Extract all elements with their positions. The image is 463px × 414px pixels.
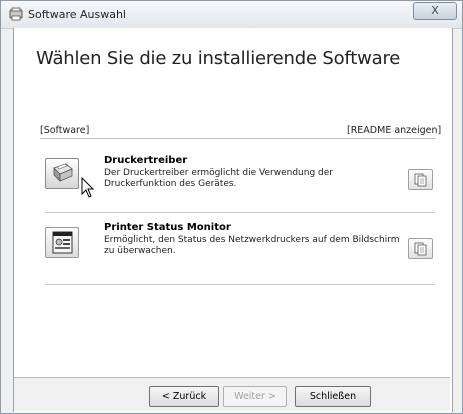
status-monitor-title: Printer Status Monitor <box>104 222 231 233</box>
back-button[interactable]: < Zurück <box>149 386 219 407</box>
driver-description: Der Druckertreiber ermöglicht die Verwen… <box>104 168 333 189</box>
app-icon <box>9 7 23 21</box>
close-button[interactable]: Schließen <box>295 386 371 407</box>
install-driver-button[interactable] <box>45 158 79 189</box>
status-monitor-readme-button[interactable] <box>408 238 433 259</box>
install-status-monitor-button[interactable] <box>45 227 79 258</box>
item-divider <box>45 284 435 285</box>
printer-icon <box>53 163 73 182</box>
readme-column-label: [README anzeigen] <box>347 125 442 136</box>
status-monitor-icon <box>52 231 73 254</box>
status-monitor-description: Ermöglicht, den Status des Netzwerkdruck… <box>104 235 400 256</box>
header-divider <box>40 138 436 139</box>
window-title: Software Auswahl <box>28 8 126 21</box>
document-copy-icon <box>414 173 427 187</box>
content-panel <box>13 28 453 412</box>
software-column-label: [Software] <box>40 125 90 136</box>
driver-readme-button[interactable] <box>408 169 433 190</box>
mouse-cursor-icon <box>81 177 95 198</box>
page-title: Wählen Sie die zu installierende Softwar… <box>36 48 401 69</box>
close-icon: X <box>431 4 439 17</box>
driver-title: Druckertreiber <box>104 155 188 166</box>
title-bar[interactable]: Software Auswahl X <box>1 1 462 29</box>
software-selection-window: Software Auswahl X Wählen Sie die zu ins… <box>0 0 463 414</box>
close-window-button[interactable]: X <box>413 2 457 20</box>
next-button[interactable]: Weiter > <box>223 386 287 407</box>
item-divider <box>45 212 435 213</box>
document-copy-icon <box>414 242 427 256</box>
